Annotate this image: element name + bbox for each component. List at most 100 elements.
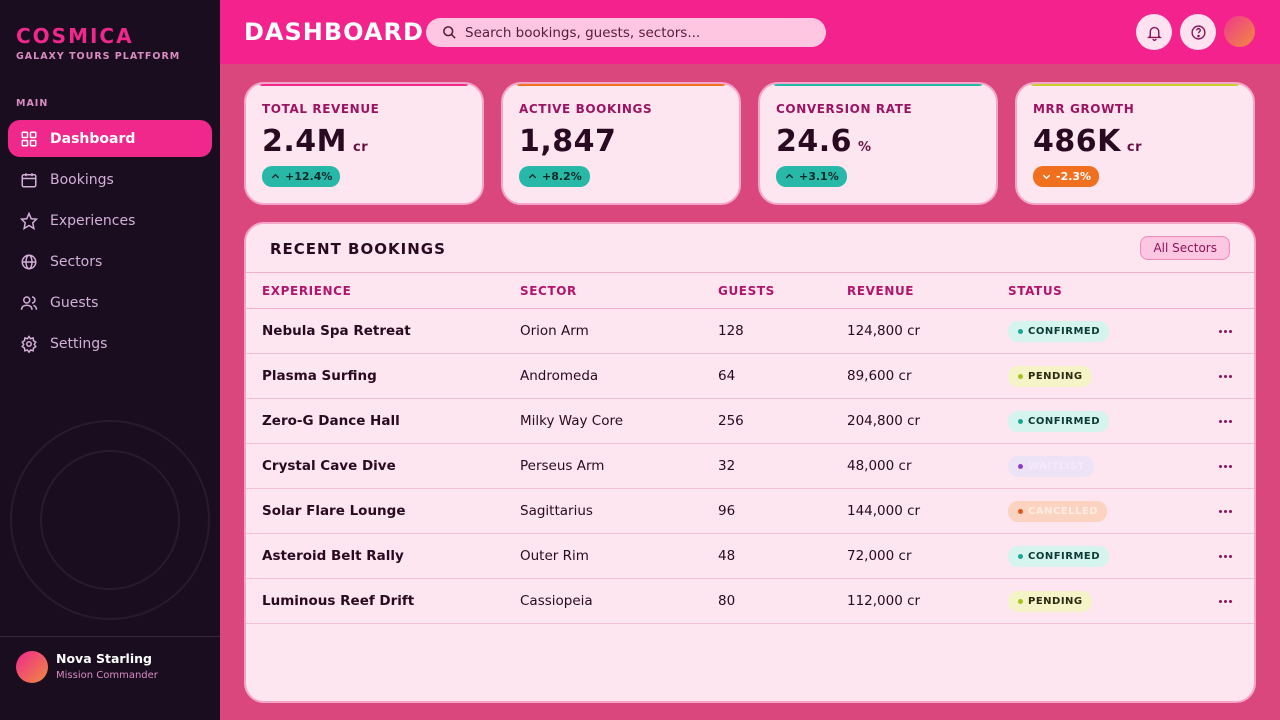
table-row[interactable]: Zero-G Dance Hall Milky Way Core 256 204,80… (246, 399, 1254, 444)
stat-card-conversion-rate: CONVERSION RATE 24.6% +3.1% (758, 82, 998, 205)
status-badge: CANCELLED (1008, 501, 1107, 522)
status-dot (1018, 554, 1023, 559)
status-badge: WAITLIST (1008, 456, 1094, 477)
revenue-cell: 48,000 cr (847, 458, 912, 474)
change-value: +12.4% (285, 170, 333, 183)
search-placeholder: Search bookings, guests, sectors... (465, 24, 701, 41)
row-actions-button[interactable] (1216, 592, 1234, 610)
revenue-cell: 89,600 cr (847, 368, 912, 384)
table-row[interactable]: Asteroid Belt Rally Outer Rim 48 72,000 cr C… (246, 534, 1254, 579)
notifications-button[interactable] (1136, 14, 1172, 50)
column-header-revenue[interactable]: REVENUE (847, 284, 914, 298)
guests-cell: 128 (718, 323, 744, 339)
sector-filter-button[interactable]: All Sectors (1140, 236, 1230, 260)
row-actions-button[interactable] (1216, 322, 1234, 340)
table-header: EXPERIENCE SECTOR GUESTS REVENUE STATUS (246, 272, 1254, 309)
stat-value: 2.4M cr (262, 124, 368, 159)
sector-cell: Orion Arm (520, 323, 589, 339)
guests-cell: 48 (718, 548, 736, 564)
help-button[interactable] (1180, 14, 1216, 50)
change-badge: +12.4% (262, 166, 341, 187)
brand-tagline: GALAXY TOURS PLATFORM (16, 51, 181, 62)
sector-cell: Outer Rim (520, 548, 589, 564)
stat-unit: cr (1126, 140, 1142, 155)
status-badge: CONFIRMED (1008, 546, 1110, 567)
users-icon (20, 295, 38, 310)
guests-cell: 256 (718, 413, 744, 429)
topbar: DASHBOARD Search bookings, guests, secto… (220, 0, 1280, 64)
experience-cell: Zero-G Dance Hall (262, 413, 400, 429)
stat-value: 486K cr (1033, 124, 1142, 159)
revenue-cell: 204,800 cr (847, 413, 921, 429)
stat-unit: % (858, 140, 872, 155)
status-dot (1018, 599, 1023, 604)
sidebar-item-experiences[interactable]: Experiences (8, 202, 212, 239)
recent-bookings-panel: RECENT BOOKINGS All Sectors EXPERIENCE S… (244, 222, 1256, 703)
column-header-sector[interactable]: SECTOR (520, 284, 577, 298)
search-input[interactable]: Search bookings, guests, sectors... (426, 18, 826, 47)
table-row[interactable]: Crystal Cave Dive Perseus Arm 32 48,000 cr W… (246, 444, 1254, 489)
table-body: Nebula Spa Retreat Orion Arm 128 124,800 cr… (246, 309, 1254, 624)
sidebar: COSMICA GALAXY TOURS PLATFORM MAIN Dashb… (0, 0, 220, 720)
column-header-status[interactable]: STATUS (1008, 284, 1062, 298)
revenue-cell: 124,800 cr (847, 323, 921, 339)
guests-cell: 80 (718, 593, 736, 609)
row-actions-button[interactable] (1216, 367, 1234, 385)
status-label: WAITLIST (1028, 461, 1085, 472)
status-badge: CONFIRMED (1008, 321, 1110, 342)
grid-icon (21, 131, 37, 146)
table-row[interactable]: Solar Flare Lounge Sagittarius 96 144,000 c… (246, 489, 1254, 534)
change-badge: +8.2% (519, 166, 590, 187)
sidebar-item-guests[interactable]: Guests (8, 284, 212, 321)
stat-number: 2.4M (262, 124, 347, 159)
more-icon (1218, 464, 1222, 468)
row-actions-button[interactable] (1216, 502, 1234, 520)
avatar[interactable] (16, 651, 48, 683)
sidebar-item-sectors[interactable]: Sectors (8, 243, 212, 280)
row-actions-button[interactable] (1216, 547, 1234, 565)
revenue-cell: 72,000 cr (847, 548, 912, 564)
stat-card-mrr-growth: MRR GROWTH 486K cr -2.3% (1015, 82, 1255, 205)
status-badge: PENDING (1008, 591, 1092, 612)
stat-label: MRR GROWTH (1033, 102, 1135, 116)
status-dot (1018, 509, 1023, 514)
table-row[interactable]: Luminous Reef Drift Cassiopeia 80 112,000 c… (246, 579, 1254, 624)
table-row[interactable]: Plasma Surfing Andromeda 64 89,600 cr PENDIN… (246, 354, 1254, 399)
help-icon (1190, 24, 1206, 40)
stat-label: TOTAL REVENUE (262, 102, 380, 116)
change-value: +8.2% (542, 170, 582, 183)
change-value: -2.3% (1056, 170, 1092, 183)
brand-logo[interactable]: COSMICA (16, 24, 134, 48)
sidebar-item-label: Bookings (50, 171, 114, 188)
more-icon (1218, 419, 1222, 423)
chevron-up-icon (271, 173, 280, 179)
avatar[interactable] (1224, 16, 1255, 47)
revenue-cell: 144,000 cr (847, 503, 921, 519)
sidebar-item-bookings[interactable]: Bookings (8, 161, 212, 198)
stat-label: ACTIVE BOOKINGS (519, 102, 653, 116)
stat-unit: cr (353, 140, 369, 155)
experience-cell: Asteroid Belt Rally (262, 548, 404, 564)
experience-cell: Solar Flare Lounge (262, 503, 406, 519)
status-dot (1018, 419, 1023, 424)
column-header-guests[interactable]: GUESTS (718, 284, 775, 298)
row-actions-button[interactable] (1216, 457, 1234, 475)
status-dot (1018, 464, 1023, 469)
stat-number: 486K (1033, 124, 1121, 159)
stat-card-total-revenue: TOTAL REVENUE 2.4M cr +12.4% (244, 82, 484, 205)
decorative-orbit-inner (40, 450, 180, 590)
sidebar-item-label: Sectors (50, 253, 103, 270)
star-icon (20, 211, 38, 230)
stat-value: 1,847 (519, 124, 616, 159)
sidebar-item-dashboard[interactable]: Dashboard (8, 120, 212, 157)
sector-cell: Sagittarius (520, 503, 593, 519)
change-value: +3.1% (799, 170, 839, 183)
more-icon (1218, 554, 1222, 558)
stat-number: 24.6 (776, 124, 853, 159)
table-row[interactable]: Nebula Spa Retreat Orion Arm 128 124,800 cr… (246, 309, 1254, 354)
chevron-up-icon (528, 173, 537, 179)
column-header-experience[interactable]: EXPERIENCE (262, 284, 351, 298)
status-label: CANCELLED (1028, 506, 1098, 517)
sidebar-item-settings[interactable]: Settings (8, 325, 212, 362)
row-actions-button[interactable] (1216, 412, 1234, 430)
